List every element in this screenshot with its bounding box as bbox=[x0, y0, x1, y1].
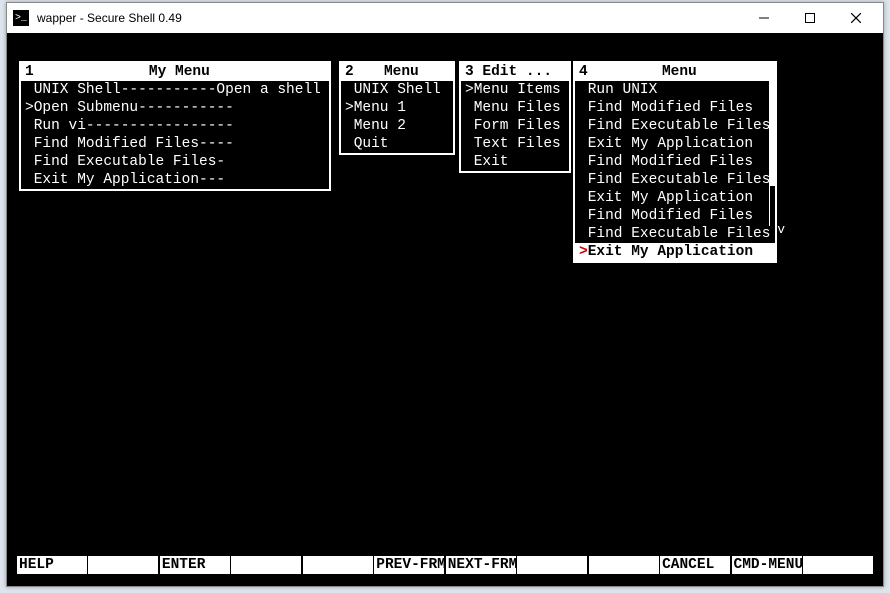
menu-item[interactable]: Menu Files bbox=[461, 99, 569, 117]
menu-header: 3 Edit ... bbox=[461, 63, 569, 81]
menu-number: 3 bbox=[465, 63, 474, 81]
menu-item[interactable]: Exit bbox=[461, 153, 569, 171]
menu-box-1: 1 My Menu UNIX Shell-----------Open a sh… bbox=[19, 61, 331, 191]
menu-item[interactable]: Menu 2 bbox=[341, 117, 453, 135]
menu-item[interactable]: Exit My Application bbox=[575, 189, 775, 207]
scrollbar[interactable] bbox=[769, 81, 777, 261]
menu-item[interactable]: Quit bbox=[341, 135, 453, 153]
menu-item-label: Find Executable Files bbox=[588, 172, 771, 188]
menu-item-label: Exit My Application--- bbox=[34, 172, 225, 188]
footer-key-cmd-menu[interactable]: CMD-MENU bbox=[732, 556, 802, 574]
menu-item[interactable]: Find Modified Files bbox=[575, 99, 775, 117]
window-title: wapper - Secure Shell 0.49 bbox=[37, 11, 182, 25]
menu-item-label: Find Modified Files bbox=[588, 208, 753, 224]
menu-item[interactable]: Exit My Application--- bbox=[21, 171, 329, 189]
menu-item[interactable]: Find Executable Files bbox=[575, 171, 775, 189]
menu-item-label: Open Submenu----------- bbox=[34, 100, 234, 116]
menu-item[interactable]: Find Executable Files- bbox=[21, 153, 329, 171]
footer-key-prev-frm[interactable]: PREV-FRM bbox=[374, 556, 444, 574]
menu-item-label: Form Files bbox=[474, 118, 561, 134]
menu-item[interactable]: Text Files bbox=[461, 135, 569, 153]
footer-bar: HELP ENTER PREV-FRMNEXT-FRM CANCELCMD-MENU bbox=[17, 556, 873, 574]
menu-item-label: Menu 1 bbox=[354, 100, 406, 116]
maximize-button[interactable] bbox=[787, 3, 833, 33]
menu-item-label: Menu Files bbox=[474, 100, 561, 116]
menu-item[interactable]: >Open Submenu----------- bbox=[21, 99, 329, 117]
menu-item[interactable]: Exit My Application bbox=[575, 135, 775, 153]
menu-item[interactable]: Find Modified Files bbox=[575, 153, 775, 171]
menu-item-label: Exit bbox=[474, 154, 509, 170]
menu-item[interactable]: Find Modified Files---- bbox=[21, 135, 329, 153]
footer-key-next-frm[interactable]: NEXT-FRM bbox=[446, 556, 516, 574]
menu-item-label: Quit bbox=[354, 136, 389, 152]
menu-header: 4 Menu bbox=[575, 63, 775, 81]
footer-key-blank bbox=[231, 556, 301, 574]
menu-item-label: Find Executable Files bbox=[588, 226, 771, 242]
menu-item-label: Run UNIX bbox=[588, 82, 658, 98]
scroll-down-indicator: v bbox=[777, 221, 785, 239]
app-window: >_ wapper - Secure Shell 0.49 1 My Menu … bbox=[6, 2, 884, 587]
menu-item-label: Menu 2 bbox=[354, 118, 406, 134]
menu-item[interactable]: Run UNIX bbox=[575, 81, 775, 99]
menu-item-label: Find Modified Files bbox=[588, 154, 753, 170]
menu-item[interactable]: UNIX Shell-----------Open a shell bbox=[21, 81, 329, 99]
menu-header: 1 My Menu bbox=[21, 63, 329, 81]
menu-item[interactable]: Run vi----------------- bbox=[21, 117, 329, 135]
menu-item[interactable]: Find Executable Files bbox=[575, 117, 775, 135]
footer-key-cancel[interactable]: CANCEL bbox=[660, 556, 730, 574]
menu-number: 1 bbox=[25, 63, 34, 81]
footer-key-blank bbox=[303, 556, 373, 574]
menu-item[interactable]: >Exit My Application bbox=[575, 243, 775, 261]
menu-item-label: UNIX Shell-----------Open a shell bbox=[34, 82, 321, 98]
menu-item-label: Find Modified Files bbox=[588, 100, 753, 116]
footer-key-enter[interactable]: ENTER bbox=[160, 556, 230, 574]
titlebar: >_ wapper - Secure Shell 0.49 bbox=[7, 3, 883, 33]
terminal-area: 1 My Menu UNIX Shell-----------Open a sh… bbox=[7, 35, 883, 586]
menu-title: Menu bbox=[354, 63, 449, 81]
menu-item[interactable]: UNIX Shell bbox=[341, 81, 453, 99]
menu-item[interactable]: >Menu 1 bbox=[341, 99, 453, 117]
menu-item-label: Exit My Application bbox=[588, 244, 753, 260]
footer-key-blank bbox=[803, 556, 873, 574]
menu-item-label: Exit My Application bbox=[588, 136, 753, 152]
menu-item[interactable]: Find Executable Files bbox=[575, 225, 775, 243]
menu-title: Edit ... bbox=[474, 63, 565, 81]
menu-item-label: Find Executable Files- bbox=[34, 154, 225, 170]
menu-number: 2 bbox=[345, 63, 354, 81]
menu-item-label: Exit My Application bbox=[588, 190, 753, 206]
menu-item[interactable]: Find Modified Files bbox=[575, 207, 775, 225]
footer-key-blank bbox=[517, 556, 587, 574]
menu-item-label: Text Files bbox=[474, 136, 561, 152]
menu-item-label: Run vi----------------- bbox=[34, 118, 234, 134]
minimize-button[interactable] bbox=[741, 3, 787, 33]
footer-key-blank bbox=[589, 556, 659, 574]
menu-header: 2 Menu bbox=[341, 63, 453, 81]
menu-number: 4 bbox=[579, 63, 588, 81]
menu-title: My Menu bbox=[34, 63, 325, 81]
close-button[interactable] bbox=[833, 3, 879, 33]
menu-item-label: Menu Items bbox=[474, 82, 561, 98]
footer-key-blank bbox=[88, 556, 158, 574]
menu-box-4: 4 Menu Run UNIX Find Modified Files Find… bbox=[573, 61, 777, 263]
menu-item[interactable]: >Menu Items bbox=[461, 81, 569, 99]
menu-box-2: 2 Menu UNIX Shell>Menu 1 Menu 2 Quit bbox=[339, 61, 455, 155]
menu-title: Menu bbox=[588, 63, 771, 81]
menu-box-3: 3 Edit ... >Menu Items Menu Files Form F… bbox=[459, 61, 571, 173]
menu-item-label: UNIX Shell bbox=[354, 82, 441, 98]
app-icon: >_ bbox=[13, 10, 29, 26]
menu-item[interactable]: Form Files bbox=[461, 117, 569, 135]
footer-key-help[interactable]: HELP bbox=[17, 556, 87, 574]
menu-item-label: Find Modified Files---- bbox=[34, 136, 234, 152]
menu-item-label: Find Executable Files bbox=[588, 118, 771, 134]
